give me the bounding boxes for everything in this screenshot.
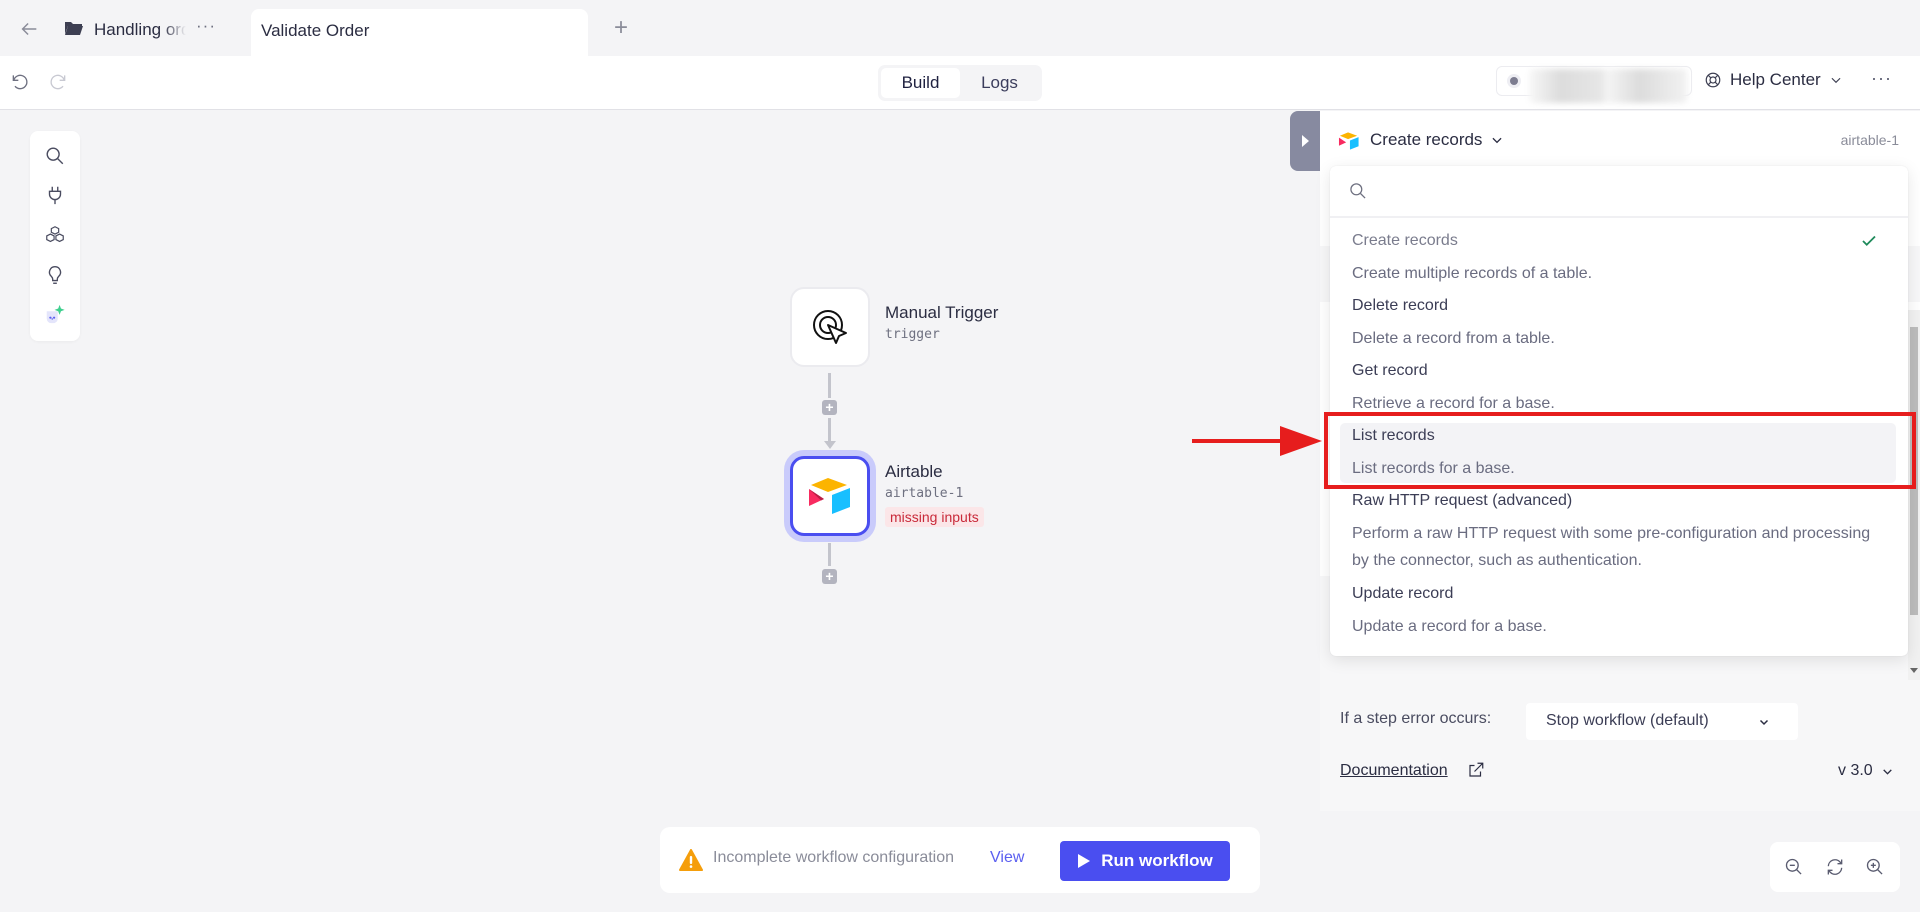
run-workflow-button[interactable]: Run workflow	[1060, 841, 1230, 881]
node-subtitle: airtable-1	[885, 486, 964, 501]
version-select[interactable]: v 3.0	[1838, 762, 1894, 780]
step-id: airtable-1	[1840, 132, 1899, 148]
error-handling-label: If a step error occurs:	[1340, 710, 1492, 727]
missing-inputs-badge: missing inputs	[885, 507, 984, 527]
zoom-out-icon[interactable]	[1784, 857, 1804, 877]
action-dropdown: Create records Create multiple records o…	[1330, 166, 1908, 656]
play-icon	[1078, 854, 1091, 868]
project-more-button[interactable]: ···	[196, 16, 216, 36]
zoom-in-icon[interactable]	[1865, 857, 1885, 877]
error-handling-select[interactable]: Stop workflow (default)	[1526, 703, 1798, 740]
documentation-link[interactable]: Documentation	[1340, 762, 1448, 780]
chevron-down-icon	[1831, 77, 1841, 84]
tab-label: Validate Order	[261, 21, 370, 40]
option-title: Update record	[1352, 585, 1454, 602]
incomplete-config-message: Incomplete workflow configuration	[713, 849, 955, 866]
scrollbar-thumb[interactable]	[1910, 327, 1918, 615]
option-title: Create records	[1352, 232, 1458, 249]
edge-arrowhead	[824, 441, 836, 449]
collapse-panel-button[interactable]	[1290, 111, 1320, 171]
option-delete-record[interactable]: Delete record Delete a record from a tab…	[1340, 293, 1896, 353]
option-update-record[interactable]: Update record Update a record for a base…	[1340, 581, 1896, 641]
tool-rail	[30, 131, 80, 341]
view-issues-link[interactable]: View	[990, 849, 1024, 867]
dropdown-search-input[interactable]	[1376, 176, 1876, 208]
version-label: v 3.0	[1838, 762, 1873, 779]
blocks-icon[interactable]	[44, 224, 66, 246]
error-handling-value: Stop workflow (default)	[1546, 712, 1709, 729]
option-title: List records	[1352, 427, 1435, 444]
chevron-down-icon	[1492, 137, 1502, 144]
option-desc: Delete a record from a table.	[1352, 330, 1555, 347]
avatar	[1507, 74, 1521, 88]
node-airtable[interactable]	[790, 456, 870, 536]
tab-validate-order[interactable]: Validate Order	[251, 9, 588, 56]
tab-bar: Handling orders ··· Validate Order +	[0, 0, 1920, 56]
more-options-button[interactable]: ···	[1871, 68, 1892, 89]
toolbar: Build Logs Help Center ···	[0, 56, 1920, 110]
search-icon[interactable]	[44, 145, 66, 167]
option-list-records[interactable]: List records List records for a base.	[1340, 423, 1896, 483]
reset-zoom-icon[interactable]	[1825, 857, 1845, 877]
tab-logs[interactable]: Logs	[960, 68, 1039, 98]
action-select[interactable]: Create records	[1370, 130, 1504, 150]
chevron-down-icon	[1882, 768, 1892, 775]
undo-icon[interactable]	[10, 72, 30, 92]
option-get-record[interactable]: Get record Retrieve a record for a base.	[1340, 358, 1896, 418]
back-arrow-icon[interactable]	[18, 18, 40, 40]
plug-icon[interactable]	[44, 184, 66, 206]
option-desc: List records for a base.	[1352, 460, 1515, 477]
add-tab-button[interactable]: +	[614, 14, 628, 42]
edge-line	[828, 543, 831, 566]
add-step-button[interactable]: +	[822, 569, 837, 584]
option-desc: Retrieve a record for a base.	[1352, 395, 1555, 412]
airtable-logo	[809, 478, 850, 514]
project-name[interactable]: Handling orders	[94, 20, 186, 40]
redacted-username	[1529, 69, 1687, 103]
option-title: Raw HTTP request (advanced)	[1352, 492, 1573, 509]
node-manual-trigger[interactable]	[790, 287, 870, 367]
help-center-button[interactable]: Help Center	[1704, 70, 1843, 90]
option-desc: Create multiple records of a table.	[1352, 265, 1593, 282]
redo-icon[interactable]	[48, 72, 68, 92]
node-title: Manual Trigger	[885, 303, 999, 322]
cursor-click-icon	[813, 310, 847, 344]
zoom-controls	[1770, 842, 1900, 892]
option-desc: Perform a raw HTTP request with some pre…	[1352, 525, 1871, 569]
annotation-arrow-icon	[1192, 426, 1322, 456]
option-desc: Update a record for a base.	[1352, 618, 1547, 635]
add-step-button[interactable]: +	[822, 400, 837, 415]
run-bar: Incomplete workflow configuration View R…	[660, 827, 1260, 893]
external-link-icon[interactable]	[1467, 761, 1485, 779]
chevron-down-icon	[1759, 719, 1769, 726]
panel-header: Create records airtable-1	[1320, 111, 1920, 171]
edge-line	[828, 418, 831, 442]
folder-icon	[65, 22, 83, 35]
option-title: Get record	[1352, 362, 1428, 379]
dropdown-search	[1330, 166, 1908, 218]
option-title: Delete record	[1352, 297, 1449, 314]
node-title: Airtable	[885, 462, 943, 481]
search-icon	[1350, 183, 1366, 199]
option-raw-http-request[interactable]: Raw HTTP request (advanced) Perform a ra…	[1340, 488, 1896, 576]
action-select-label: Create records	[1370, 130, 1483, 149]
help-center-label: Help Center	[1730, 70, 1821, 89]
run-workflow-label: Run workflow	[1101, 851, 1213, 870]
warning-icon	[679, 849, 703, 871]
airtable-logo	[1338, 132, 1359, 150]
node-subtitle: trigger	[885, 327, 940, 342]
tab-build[interactable]: Build	[881, 68, 960, 98]
user-menu[interactable]	[1496, 66, 1692, 103]
lightbulb-icon[interactable]	[44, 264, 66, 286]
mode-switch: Build Logs	[878, 65, 1042, 101]
scroll-down-arrow[interactable]	[1908, 665, 1920, 677]
edge-line	[828, 373, 831, 398]
check-icon	[1862, 235, 1876, 247]
option-create-records[interactable]: Create records Create multiple records o…	[1340, 228, 1896, 288]
lifebuoy-icon	[1705, 72, 1721, 88]
ai-assistant-icon[interactable]	[44, 303, 66, 325]
